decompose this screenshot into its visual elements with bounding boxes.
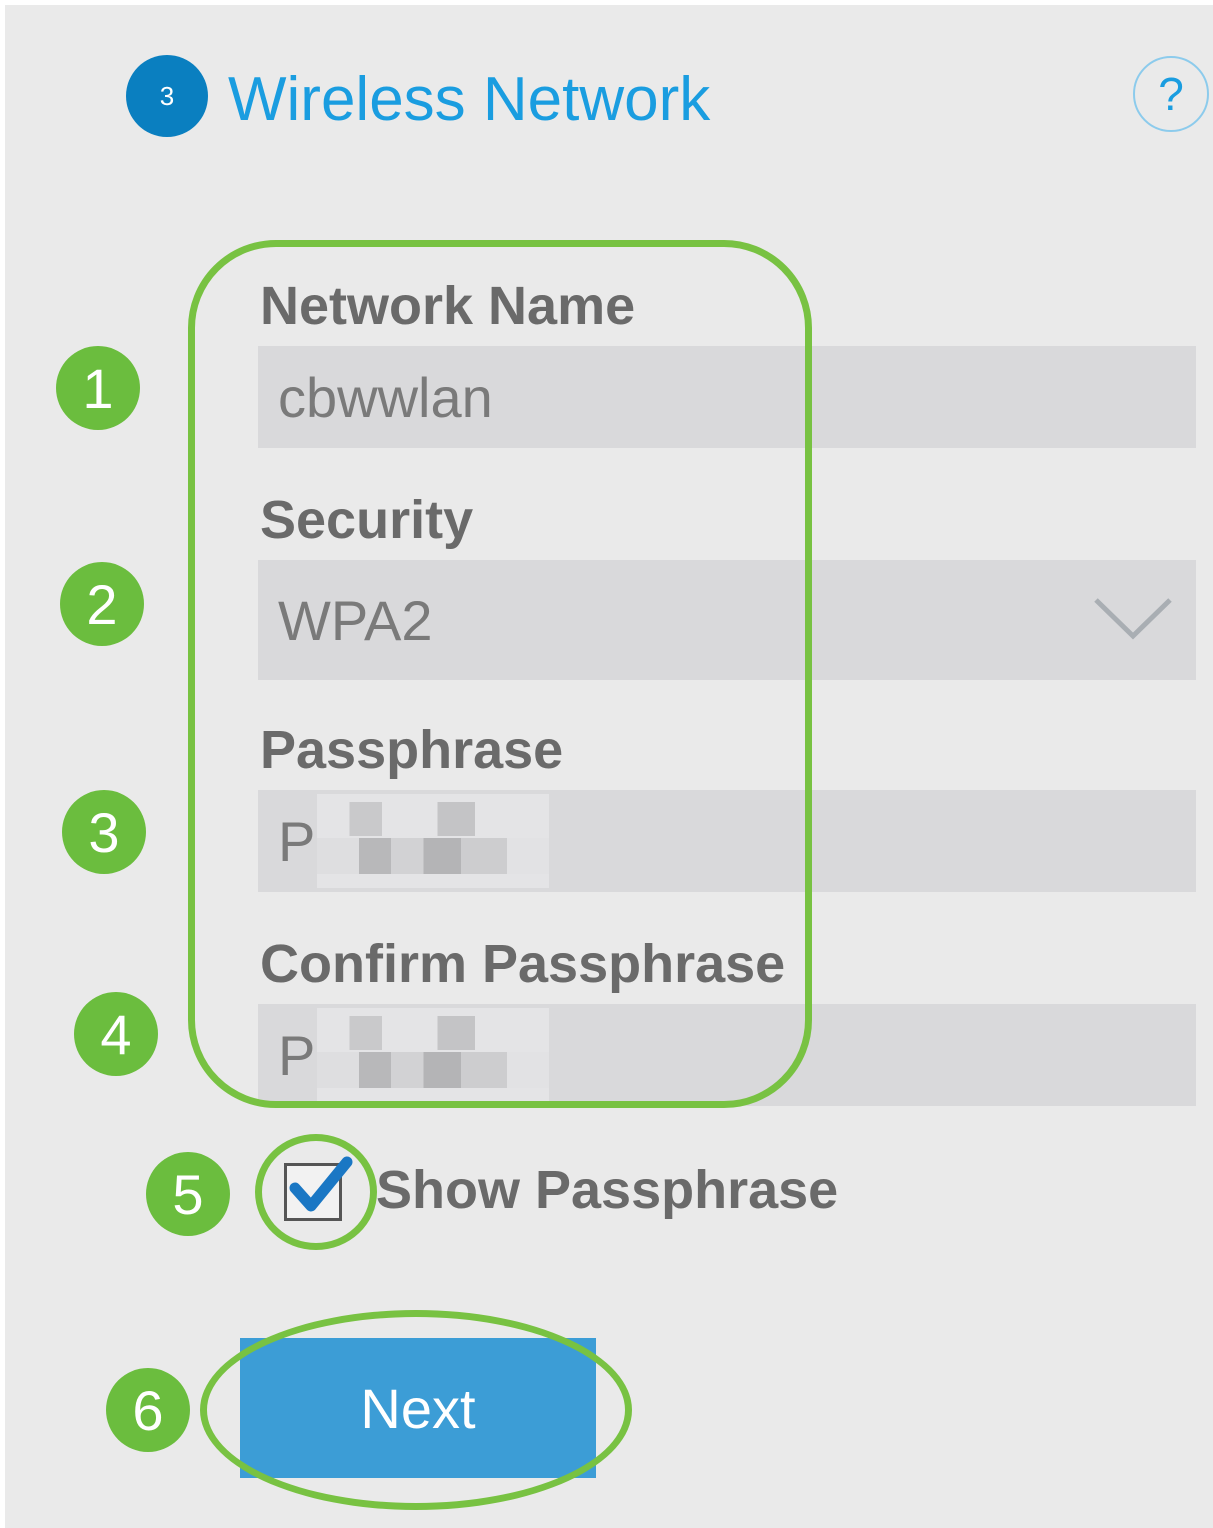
security-value: WPA2 <box>278 588 433 652</box>
next-button[interactable]: Next <box>240 1338 596 1478</box>
annotation-badge-4: 4 <box>74 992 158 1076</box>
annotation-badge-3: 3 <box>62 790 146 874</box>
checkmark-icon <box>289 1156 353 1212</box>
passphrase-value: P <box>278 809 316 873</box>
annotation-badge-2: 2 <box>60 562 144 646</box>
security-label: Security <box>260 490 474 550</box>
redacted-passphrase <box>317 794 550 888</box>
confirm-passphrase-field[interactable]: P <box>258 1004 1196 1106</box>
help-icon[interactable]: ? <box>1133 56 1209 132</box>
confirm-passphrase-value: P <box>278 1023 316 1087</box>
annotation-badge-5: 5 <box>146 1152 230 1236</box>
passphrase-field[interactable]: P <box>258 790 1196 892</box>
passphrase-label: Passphrase <box>260 720 564 780</box>
chevron-down-icon <box>1094 598 1172 640</box>
redacted-confirm-passphrase <box>317 1008 550 1102</box>
annotation-badge-6: 6 <box>106 1368 190 1452</box>
show-passphrase-label[interactable]: Show Passphrase <box>376 1158 838 1222</box>
network-name-field[interactable]: cbwwlan <box>258 346 1196 448</box>
network-name-label: Network Name <box>260 276 636 336</box>
show-passphrase-checkbox[interactable] <box>284 1156 353 1221</box>
annotation-badge-1: 1 <box>56 346 140 430</box>
page-title: Wireless Network <box>228 65 711 134</box>
security-select[interactable]: WPA2 <box>258 560 1196 680</box>
wizard-panel <box>5 5 1213 1528</box>
network-name-value: cbwwlan <box>278 365 493 429</box>
step-number-indicator: 3 <box>126 55 208 137</box>
confirm-passphrase-label: Confirm Passphrase <box>260 934 786 994</box>
